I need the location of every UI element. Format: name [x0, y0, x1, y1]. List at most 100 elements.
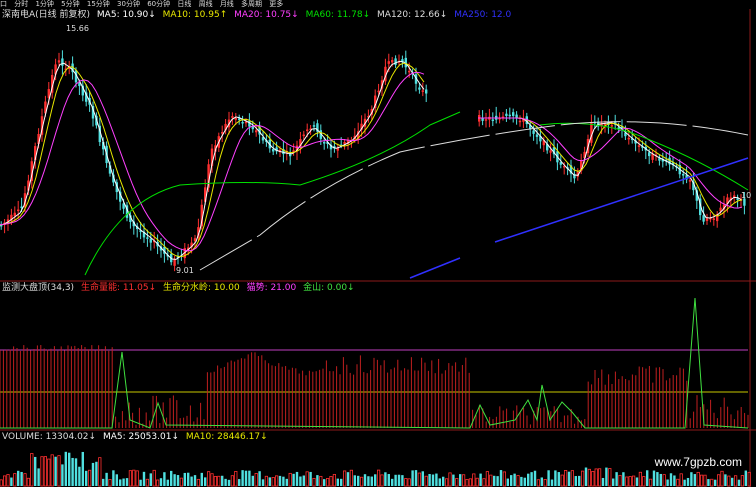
- volume-bar: [102, 478, 105, 486]
- volume-bar: [510, 475, 513, 486]
- volume-bar: [557, 472, 560, 486]
- volume-bar: [98, 457, 102, 487]
- volume-bar: [238, 479, 241, 486]
- volume-bar: [248, 470, 251, 486]
- volume-bar: [295, 471, 299, 486]
- volume-bar: [230, 475, 234, 487]
- volume-bar: [288, 472, 292, 487]
- volume-bar: [666, 479, 669, 486]
- candle-body: [391, 60, 394, 63]
- volume-bar: [567, 471, 571, 486]
- volume-bar: [57, 455, 61, 487]
- volume-bar: [329, 476, 333, 487]
- volume-bar: [727, 475, 731, 487]
- volume-bar: [68, 452, 71, 486]
- volume-bar: [88, 469, 92, 487]
- volume-bar: [149, 473, 152, 486]
- volume-bar: [206, 471, 211, 487]
- volume-bar: [125, 478, 129, 486]
- volume-bar: [64, 451, 67, 486]
- candle-body: [648, 152, 651, 157]
- volume-bar: [71, 457, 74, 486]
- volume-bar: [679, 473, 683, 487]
- volume-bar: [271, 477, 275, 487]
- volume-bar: [10, 477, 13, 486]
- volume-bar: [142, 471, 146, 486]
- volume-bar: [200, 472, 203, 486]
- volume-bar: [452, 474, 455, 486]
- volume-bar: [166, 479, 169, 486]
- volume-bar: [43, 456, 48, 487]
- volume-bar: [628, 476, 632, 487]
- volume-bar: [13, 473, 17, 487]
- volume-bar: [724, 474, 727, 486]
- volume-bar: [584, 467, 588, 486]
- ma60-line: [84, 111, 461, 276]
- volume-bar: [690, 472, 693, 486]
- volume-bar: [173, 474, 176, 486]
- volume-bar: [482, 478, 486, 487]
- candle-body: [532, 130, 535, 134]
- volume-bar: [475, 477, 479, 487]
- volume-bar: [258, 471, 261, 486]
- volume-bar: [196, 478, 200, 487]
- volume-bar: [455, 478, 459, 487]
- volume-bar: [652, 470, 656, 486]
- volume-bar: [536, 479, 541, 487]
- volume-bar: [37, 468, 40, 486]
- volume-bar: [119, 479, 122, 486]
- volume-bar: [649, 478, 653, 487]
- volume-bar: [431, 474, 435, 486]
- volume-bar: [316, 475, 319, 486]
- volume-bar: [744, 470, 747, 486]
- volume-bar: [696, 471, 700, 487]
- volume-bar: [397, 474, 401, 486]
- volume-bar: [438, 478, 441, 486]
- ma120-line: [199, 121, 749, 271]
- volume-bar: [550, 479, 554, 486]
- candle-body: [484, 119, 488, 121]
- volume-bar: [404, 478, 408, 487]
- volume-bar: [179, 477, 183, 487]
- stock-chart-canvas[interactable]: 15.66 9.01 10: [0, 0, 756, 487]
- volume-bar: [190, 476, 193, 486]
- candle-body: [146, 237, 149, 239]
- candle-body: [702, 215, 705, 222]
- volume-bar: [353, 475, 356, 486]
- volume-bar: [533, 470, 537, 486]
- volume-bar: [30, 453, 34, 487]
- volume-bar: [61, 464, 64, 486]
- volume-bar: [601, 477, 605, 486]
- volume-bar: [332, 474, 337, 487]
- volume-bar: [115, 474, 118, 486]
- volume-bar: [50, 454, 54, 487]
- candle-body: [17, 209, 20, 212]
- volume-bar: [669, 473, 673, 486]
- volume-bar: [543, 479, 547, 487]
- candle-body: [272, 149, 275, 152]
- volume-bar: [740, 475, 745, 487]
- volume-bar: [527, 473, 530, 486]
- moving-average-lines: [0, 60, 749, 279]
- volume-bar: [605, 467, 608, 486]
- volume-bar: [700, 474, 704, 487]
- volume-bar: [274, 475, 279, 487]
- volume-bar: [357, 475, 360, 486]
- volume-bar: [632, 475, 636, 487]
- volume-bar: [747, 471, 751, 487]
- volume-bar: [608, 468, 612, 487]
- volume-bar: [193, 475, 197, 486]
- volume-bar: [676, 478, 680, 487]
- candle-body: [241, 122, 244, 124]
- volume-bar: [74, 458, 78, 486]
- volume-bar: [479, 473, 482, 486]
- volume-bar: [224, 478, 227, 486]
- volume-bar: [638, 471, 643, 487]
- volume-bar: [319, 475, 323, 487]
- candle-body: [234, 117, 237, 120]
- volume-bar: [349, 469, 354, 487]
- volume-bar: [686, 477, 690, 486]
- volume-bar: [493, 475, 496, 486]
- volume-bar: [159, 478, 163, 486]
- volume-bar: [261, 479, 265, 486]
